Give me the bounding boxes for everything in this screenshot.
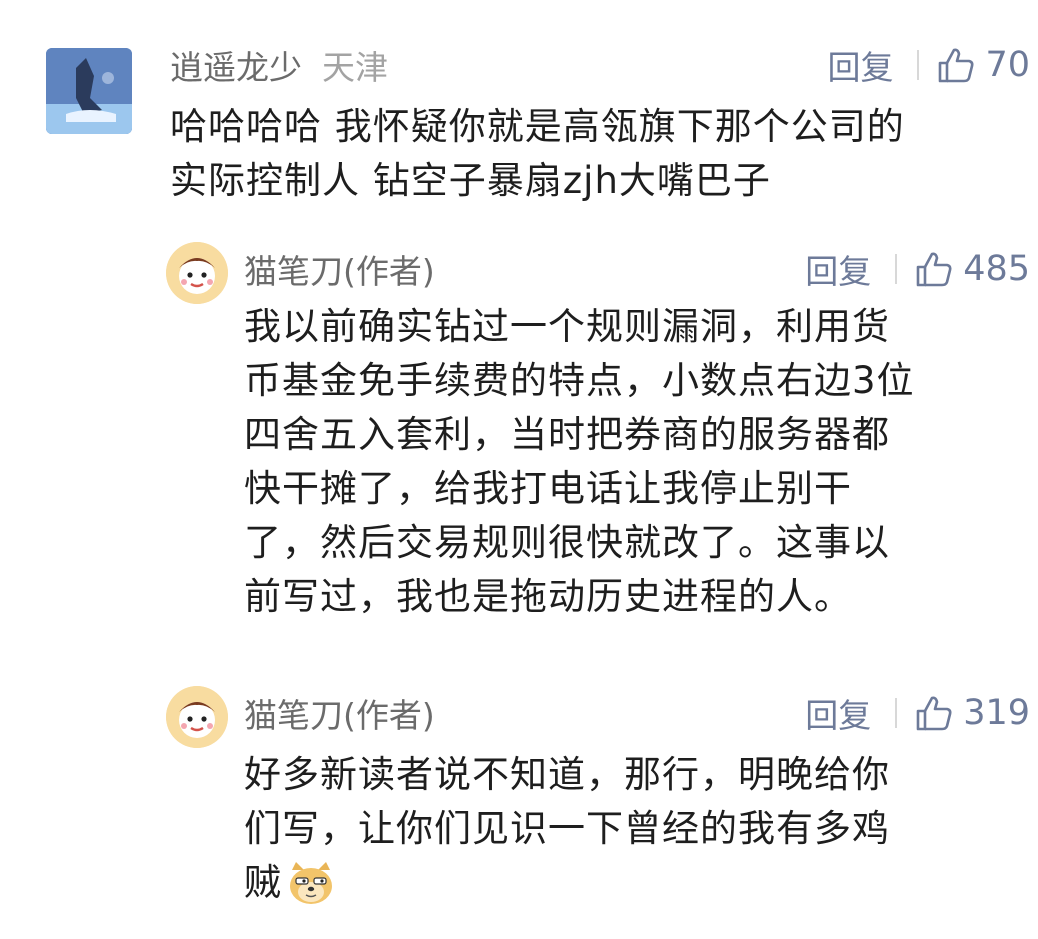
thumbs-up-icon	[939, 48, 974, 83]
like-button[interactable]: 485	[915, 249, 1030, 289]
location: 天津	[322, 48, 388, 87]
avatar[interactable]	[166, 242, 228, 304]
divider	[917, 50, 920, 80]
like-count: 319	[963, 693, 1030, 733]
like-button[interactable]: 319	[915, 693, 1030, 733]
comment-actions: 回复 319	[805, 688, 1030, 738]
comment-actions: 回复 485	[805, 244, 1030, 294]
comment-line: 币基金免手续费的特点，小数点右边3位	[244, 359, 915, 402]
comment-header: 猫笔刀(作者)	[244, 244, 435, 294]
divider	[895, 698, 898, 728]
comment-line: 哈哈哈哈 我怀疑你就是高瓴旗下那个公司的	[170, 105, 905, 148]
comment-line: 我以前确实钻过一个规则漏洞，利用货	[244, 305, 890, 348]
comment-thread: 逍遥龙少 天津 回复 70 哈哈哈哈 我怀疑你就是高瓴旗下那个公司的 实际控制人…	[0, 0, 1038, 939]
like-count: 485	[963, 249, 1030, 289]
comment-header: 逍遥龙少 天津	[170, 40, 388, 90]
comment-actions: 回复 70	[827, 40, 1030, 90]
comment-header: 猫笔刀(作者)	[244, 688, 435, 738]
comment-line: 好多新读者说不知道，那行，明晚给你	[244, 753, 890, 796]
like-count: 70	[985, 45, 1030, 85]
like-button[interactable]: 70	[937, 45, 1030, 85]
comment-line: 实际控制人 钻空子暴扇zjh大嘴巴子	[170, 159, 771, 202]
comment-line: 贼	[244, 856, 890, 910]
comment-line: 快干摊了，给我打电话让我停止别干	[244, 467, 852, 510]
comment-line: 们写，让你们见识一下曾经的我有多鸡	[244, 807, 890, 850]
avatar[interactable]	[46, 48, 132, 134]
reply-item: 猫笔刀(作者) 回复 319 好多新读者说不知道，那行，明晚给你 们写，让你们见…	[0, 676, 1038, 936]
reply-button[interactable]: 回复	[805, 689, 871, 737]
reply-item: 猫笔刀(作者) 回复 485 我以前确实钻过一个规则漏洞，利用货 币基金免手续费…	[0, 230, 1038, 670]
username[interactable]: 逍遥龙少	[170, 41, 302, 89]
reply-button[interactable]: 回复	[805, 245, 871, 293]
username[interactable]: 猫笔刀(作者)	[244, 689, 435, 737]
username[interactable]: 猫笔刀(作者)	[244, 245, 435, 293]
comment-text: 我以前确实钻过一个规则漏洞，利用货 币基金免手续费的特点，小数点右边3位 四舍五…	[244, 300, 915, 624]
reply-button[interactable]: 回复	[827, 41, 893, 89]
comment-text: 哈哈哈哈 我怀疑你就是高瓴旗下那个公司的 实际控制人 钻空子暴扇zjh大嘴巴子	[170, 100, 905, 208]
comment-line: 前写过，我也是拖动历史进程的人。	[244, 575, 852, 618]
avatar[interactable]	[166, 686, 228, 748]
comment-text: 好多新读者说不知道，那行，明晚给你 们写，让你们见识一下曾经的我有多鸡 贼	[244, 748, 890, 910]
doge-emoji-icon	[290, 862, 332, 904]
comment-line-text: 贼	[244, 861, 282, 904]
thumbs-up-icon	[916, 252, 952, 287]
thumbs-up-icon	[916, 696, 952, 731]
comment-line: 了，然后交易规则很快就改了。这事以	[244, 521, 890, 564]
comment-item: 逍遥龙少 天津 回复 70 哈哈哈哈 我怀疑你就是高瓴旗下那个公司的 实际控制人…	[0, 0, 1038, 220]
divider	[895, 254, 898, 284]
comment-line: 四舍五入套利，当时把券商的服务器都	[244, 413, 890, 456]
